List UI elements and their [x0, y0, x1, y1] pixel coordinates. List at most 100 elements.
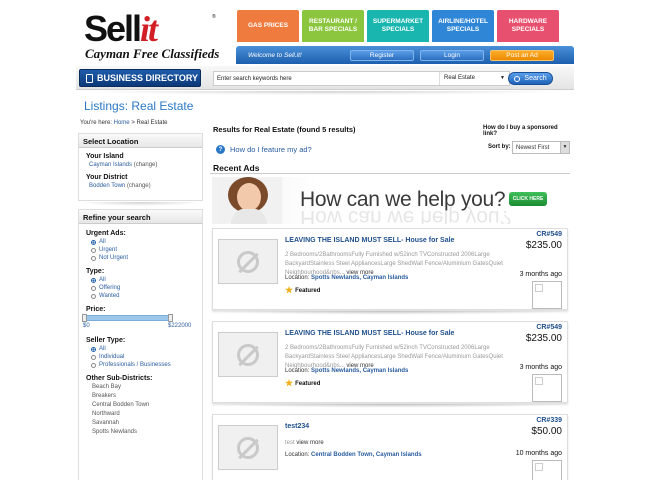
slider-handle-min[interactable]	[82, 314, 87, 322]
site-logo[interactable]: Sellit ® Cayman Free Classifieds	[84, 10, 244, 62]
price-slider[interactable]	[82, 314, 173, 322]
ad-description: test view more	[285, 439, 505, 448]
type-option-all[interactable]: All	[91, 277, 202, 283]
seller-option-professionals[interactable]: Professionals / Businesses	[91, 362, 202, 368]
logo-main-text: Sell	[84, 8, 142, 49]
sub-district-link[interactable]: Beach Bay	[92, 384, 202, 390]
ad-age: 10 months ago	[515, 450, 562, 457]
urgent-option-urgent[interactable]: Urgent	[91, 247, 202, 253]
ad-mini-thumbnail[interactable]	[532, 374, 562, 402]
location-link[interactable]: Spotts Newlands, Cayman Islands	[311, 275, 408, 281]
tab-restaurant-bar-specials[interactable]: RESTAURANT / BAR SPECIALS	[302, 10, 364, 42]
option-label: All	[99, 277, 106, 283]
featured-label: Featured	[295, 380, 321, 387]
featured-badge: ★ Featured	[285, 285, 320, 296]
tab-hardware-specials[interactable]: HARDWARE SPECIALS	[497, 10, 559, 42]
featured-badge: ★ Featured	[285, 378, 320, 389]
divider-shadow	[76, 91, 574, 95]
sub-district-link[interactable]: Northward	[92, 411, 202, 417]
ad-listing[interactable]: test234 CR#339 $50.00 test view more Loc…	[212, 414, 568, 480]
type-option-wanted[interactable]: Wanted	[91, 293, 202, 299]
star-icon: ★	[285, 378, 294, 388]
sponsored-link-help[interactable]: How do I buy a sponsored link?	[483, 125, 570, 137]
sort-select[interactable]: Newest First ▼	[512, 141, 570, 154]
ad-title-link[interactable]: LEAVING THE ISLAND MUST SELL- House for …	[285, 237, 454, 244]
breadcrumb-prefix: You're here:	[80, 120, 112, 126]
location-label: Location:	[285, 275, 310, 281]
business-directory-label: BUSINESS DIRECTORY	[97, 73, 199, 83]
business-directory-button[interactable]: BUSINESS DIRECTORY	[79, 69, 201, 87]
star-icon: ★	[285, 285, 294, 295]
urgent-option-all[interactable]: All	[91, 239, 202, 245]
ad-listing[interactable]: LEAVING THE ISLAND MUST SELL- House for …	[212, 228, 568, 310]
breadcrumb: You're here: Home > Real Estate	[80, 120, 168, 126]
ad-description: 2 Bedrooms/2BathroomsFully Furnished w/5…	[285, 344, 505, 371]
option-label: Not Urgent	[99, 255, 129, 261]
tab-airline-hotel-specials[interactable]: AIRLINE/HOTEL SPECIALS	[432, 10, 494, 42]
post-ad-button[interactable]: Post an Ad	[490, 49, 554, 61]
tab-gas-prices[interactable]: GAS PRICES	[237, 10, 299, 42]
feature-ad-help[interactable]: ? How do I feature my ad?	[216, 145, 312, 154]
category-value: Real Estate	[444, 75, 476, 81]
seller-option-all[interactable]: All	[91, 346, 202, 352]
ad-description-text: 2 Bedrooms/2BathroomsFully Furnished w/5…	[285, 252, 503, 276]
recent-ads-heading: Recent Ads	[213, 163, 260, 173]
welcome-text: Welcome to Sell.it!	[248, 51, 302, 59]
search-button-label: Search	[524, 75, 547, 82]
district-name: Bodden Town	[89, 183, 126, 189]
price-max: $222000	[168, 323, 192, 329]
view-more-link[interactable]: view more	[296, 440, 323, 446]
no-photo-icon	[218, 239, 278, 284]
ad-reference: CR#549	[536, 231, 562, 238]
radio-selected-icon	[91, 346, 96, 352]
ad-listing[interactable]: LEAVING THE ISLAND MUST SELL- House for …	[212, 321, 568, 403]
location-link[interactable]: Spotts Newlands, Cayman Islands	[311, 368, 408, 374]
no-photo-icon	[218, 332, 278, 377]
ad-description-text: test	[285, 440, 295, 446]
tab-supermarket-specials[interactable]: SUPERMARKET SPECIALS	[367, 10, 429, 42]
click-here-button[interactable]: CLICK HERE	[509, 192, 547, 206]
district-label: Your District	[86, 174, 128, 181]
sub-district-link[interactable]: Central Bodden Town	[92, 402, 202, 408]
seller-option-individual[interactable]: Individual	[91, 354, 202, 360]
search-button[interactable]: Search	[508, 72, 553, 85]
ad-price: $235.00	[525, 240, 562, 251]
sub-district-link[interactable]: Breakers	[92, 393, 202, 399]
price-min: $0	[83, 323, 90, 329]
select-location-box: Select Location Your Island Cayman Islan…	[78, 133, 203, 201]
no-image-icon	[237, 343, 259, 366]
category-select[interactable]: Real Estate ▼	[439, 72, 509, 85]
location-label: Location:	[285, 368, 310, 374]
radio-icon	[91, 247, 96, 253]
tab-label: GAS PRICES	[247, 22, 289, 29]
location-label: Location:	[285, 452, 310, 458]
logo-tagline: Cayman Free Classifieds	[85, 46, 220, 61]
price-range: $0 $222000	[83, 322, 202, 331]
breadcrumb-home-link[interactable]: Home	[114, 120, 130, 126]
search-placeholder: Enter search keywords here	[217, 76, 292, 82]
location-link[interactable]: Central Bodden Town, Cayman Islands	[311, 452, 422, 458]
results-header: Results for Real Estate (found 5 results…	[213, 125, 356, 134]
district-change-link[interactable]: (change)	[127, 183, 151, 189]
type-option-offering[interactable]: Offering	[91, 285, 202, 291]
no-image-icon	[237, 250, 259, 273]
register-button[interactable]: Register	[350, 49, 414, 61]
sub-district-link[interactable]: Savannah	[92, 420, 202, 426]
help-banner[interactable]: How can we help you? How can we help you…	[212, 177, 568, 224]
breadcrumb-separator: >	[131, 120, 135, 126]
ad-title-link[interactable]: test234	[285, 423, 309, 430]
slider-handle-max[interactable]	[168, 314, 173, 322]
district-value: Bodden Town (change)	[89, 183, 202, 189]
radio-icon	[91, 293, 96, 299]
login-button[interactable]: Login	[420, 49, 484, 61]
option-label: All	[99, 239, 106, 245]
box-shadow	[78, 202, 203, 206]
urgent-option-not-urgent[interactable]: Not Urgent	[91, 255, 202, 261]
ad-title-link[interactable]: LEAVING THE ISLAND MUST SELL- House for …	[285, 330, 454, 337]
ad-mini-thumbnail[interactable]	[532, 281, 562, 309]
sub-district-link[interactable]: Spotts Newlands	[92, 429, 202, 435]
urgent-ads-label: Urgent Ads:	[86, 230, 126, 237]
island-change-link[interactable]: (change)	[134, 162, 158, 168]
ad-mini-thumbnail[interactable]	[532, 460, 562, 480]
search-input[interactable]: Enter search keywords here Real Estate ▼	[213, 71, 510, 86]
